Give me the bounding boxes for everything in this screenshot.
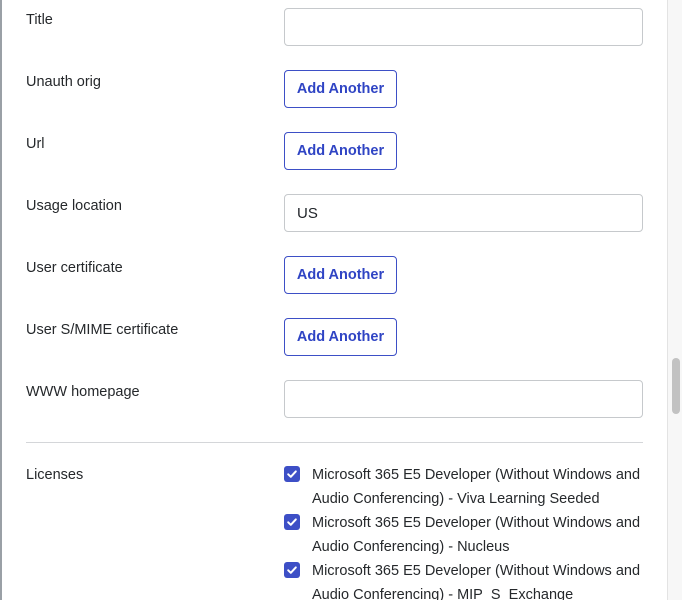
license-name: Microsoft 365 E5 Developer (Without Wind… (312, 515, 641, 555)
field-label-www-homepage: WWW homepage (26, 384, 140, 400)
scrollbar-thumb[interactable] (672, 358, 680, 414)
url-add-button[interactable]: Add Another (284, 132, 397, 170)
user-certificate-add-button[interactable]: Add Another (284, 256, 397, 294)
user-smime-certificate-add-button[interactable]: Add Another (284, 318, 397, 356)
field-label-usage-location: Usage location (26, 198, 122, 214)
left-edge (0, 0, 2, 600)
license-name: Microsoft 365 E5 Developer (Without Wind… (312, 467, 641, 507)
www-homepage-input[interactable] (284, 380, 643, 418)
section-divider (26, 442, 643, 443)
check-icon[interactable] (284, 562, 300, 578)
field-label-user-certificate: User certificate (26, 260, 123, 276)
field-label-url: Url (26, 136, 45, 152)
title-input[interactable] (284, 8, 643, 46)
field-label-licenses: Licenses (26, 467, 84, 483)
license-name: Microsoft 365 E5 Developer (Without Wind… (312, 563, 641, 600)
check-icon[interactable] (284, 514, 300, 530)
usage-location-input[interactable] (284, 194, 643, 232)
unauth-orig-add-button[interactable]: Add Another (284, 70, 397, 108)
check-icon[interactable] (284, 466, 300, 482)
vertical-scrollbar[interactable] (667, 0, 682, 600)
field-label-user-smime-certificate: User S/MIME certificate (26, 322, 179, 338)
field-label-title: Title (26, 12, 53, 28)
field-label-unauth-orig: Unauth orig (26, 74, 101, 90)
